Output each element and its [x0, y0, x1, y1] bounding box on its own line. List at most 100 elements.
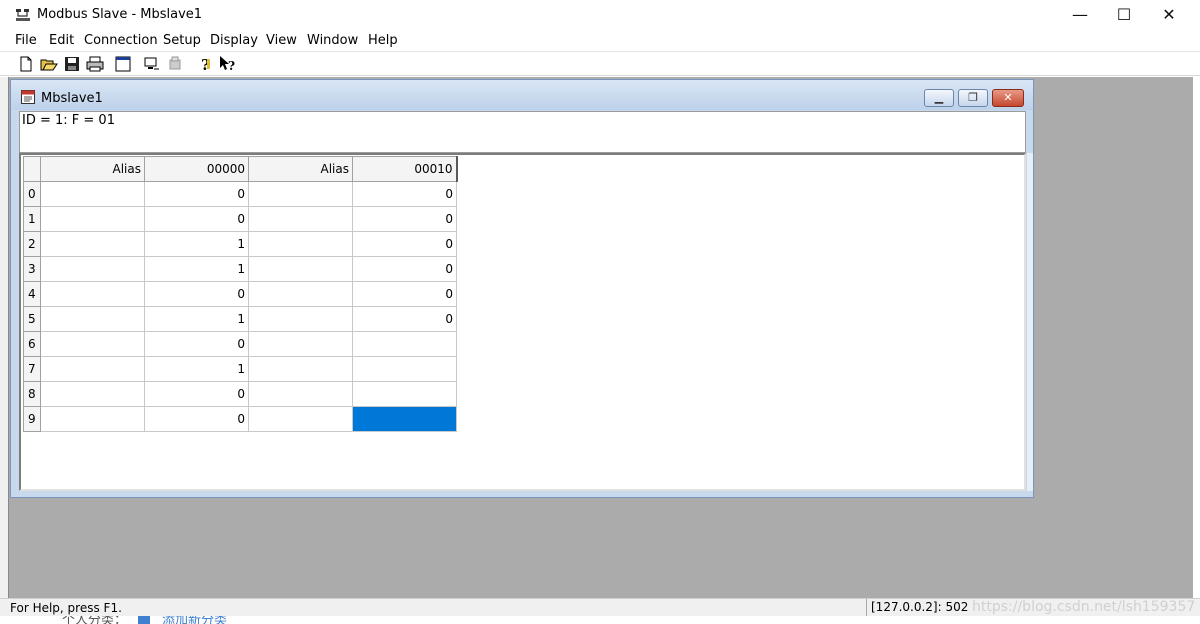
alias-cell[interactable]	[248, 331, 353, 357]
connect-icon[interactable]	[143, 55, 161, 73]
coil-value-cell[interactable]: 1	[144, 356, 249, 382]
coil-value-cell[interactable]	[352, 381, 457, 407]
coil-value-cell[interactable]: 0	[144, 281, 249, 307]
toolbar-separator	[137, 55, 138, 73]
row-header[interactable]: 9	[23, 406, 41, 432]
table-row: 2 1 0	[23, 231, 457, 257]
alias-cell[interactable]	[40, 381, 145, 407]
coil-value-cell[interactable]: 0	[144, 381, 249, 407]
alias-cell[interactable]	[248, 356, 353, 382]
alias-cell[interactable]	[40, 206, 145, 232]
selected-cell[interactable]	[352, 406, 457, 432]
row-header[interactable]: 0	[23, 181, 41, 207]
coil-value-cell[interactable]: 0	[352, 181, 457, 207]
child-window-mbslave1: Mbslave1 ▁ ❐ ✕ ID = 1: F = 01 Alias 0000…	[10, 79, 1034, 498]
alias-cell[interactable]	[248, 231, 353, 257]
print-icon[interactable]	[86, 55, 104, 73]
coil-value-cell[interactable]: 0	[144, 206, 249, 232]
register-grid: Alias 00000 Alias 00010 0001002103104005…	[19, 153, 1026, 491]
row-header[interactable]: 8	[23, 381, 41, 407]
add-category-link[interactable]: 添加新分类	[162, 616, 227, 624]
row-header[interactable]: 5	[23, 306, 41, 332]
scrollbar-track[interactable]	[1027, 153, 1033, 491]
column-header-alias-2[interactable]: Alias	[248, 156, 353, 182]
new-icon[interactable]	[17, 55, 35, 73]
coil-value-cell[interactable]: 1	[144, 231, 249, 257]
coil-value-cell[interactable]: 0	[352, 206, 457, 232]
alias-cell[interactable]	[40, 331, 145, 357]
context-help-icon[interactable]: ?	[219, 55, 237, 73]
row-header[interactable]: 3	[23, 256, 41, 282]
menu-view[interactable]: View	[266, 33, 297, 48]
child-title: Mbslave1	[41, 91, 103, 106]
coil-value-cell[interactable]: 0	[144, 406, 249, 432]
table-row: 4 0 0	[23, 281, 457, 307]
alias-cell[interactable]	[248, 181, 353, 207]
table-row: 5 1 0	[23, 306, 457, 332]
table-row: 90	[23, 406, 457, 432]
child-restore-button[interactable]: ❐	[958, 89, 988, 107]
save-icon[interactable]	[63, 55, 81, 73]
menu-display[interactable]: Display	[210, 33, 258, 48]
add-category-icon[interactable]	[138, 616, 150, 624]
maximize-button[interactable]: ☐	[1101, 0, 1147, 30]
alias-cell[interactable]	[248, 306, 353, 332]
title-bar: Modbus Slave - Mbslave1 — ☐ ✕	[0, 0, 1200, 30]
alias-cell[interactable]	[40, 406, 145, 432]
status-connection: [127.0.0.2]: 502	[866, 599, 976, 616]
close-button[interactable]: ✕	[1146, 0, 1192, 30]
alias-cell[interactable]	[40, 281, 145, 307]
alias-cell[interactable]	[40, 306, 145, 332]
toolbar: ? ?	[0, 52, 1200, 76]
toolbar-separator	[190, 55, 191, 73]
row-header[interactable]: 7	[23, 356, 41, 382]
column-header-alias-1[interactable]: Alias	[40, 156, 145, 182]
alias-cell[interactable]	[40, 256, 145, 282]
alias-cell[interactable]	[248, 381, 353, 407]
table-header-row: Alias 00000 Alias 00010	[23, 156, 458, 182]
document-icon	[21, 90, 35, 104]
child-title-bar[interactable]: Mbslave1 ▁ ❐ ✕	[11, 80, 1033, 110]
coil-value-cell[interactable]: 1	[144, 256, 249, 282]
minimize-button[interactable]: —	[1057, 0, 1103, 30]
menu-edit[interactable]: Edit	[49, 33, 74, 48]
alias-cell[interactable]	[248, 206, 353, 232]
menu-connection[interactable]: Connection	[84, 33, 158, 48]
alias-cell[interactable]	[248, 406, 353, 432]
alias-cell[interactable]	[40, 356, 145, 382]
coil-value-cell[interactable]	[352, 356, 457, 382]
coil-value-cell[interactable]: 0	[352, 306, 457, 332]
child-minimize-button[interactable]: ▁	[924, 89, 954, 107]
disconnect-icon[interactable]	[166, 55, 184, 73]
coil-value-cell[interactable]: 0	[144, 331, 249, 357]
row-header[interactable]: 2	[23, 231, 41, 257]
alias-cell[interactable]	[40, 181, 145, 207]
menu-setup[interactable]: Setup	[163, 33, 201, 48]
watermark-text: https://blog.csdn.net/lsh159357	[972, 599, 1196, 615]
alias-cell[interactable]	[248, 256, 353, 282]
alias-cell[interactable]	[40, 231, 145, 257]
menu-window[interactable]: Window	[307, 33, 358, 48]
toolbar-separator	[108, 55, 109, 73]
coil-value-cell[interactable]: 0	[352, 256, 457, 282]
help-icon[interactable]: ?	[196, 55, 214, 73]
window-icon[interactable]	[114, 55, 132, 73]
coil-value-cell[interactable]: 0	[352, 231, 457, 257]
coil-value-cell[interactable]: 0	[144, 181, 249, 207]
data-table: Alias 00000 Alias 00010 0001002103104005…	[23, 156, 458, 432]
coil-value-cell[interactable]: 0	[352, 281, 457, 307]
window-title: Modbus Slave - Mbslave1	[37, 7, 203, 22]
row-header[interactable]: 4	[23, 281, 41, 307]
menu-file[interactable]: File	[15, 33, 37, 48]
column-header-00000[interactable]: 00000	[144, 156, 249, 182]
menu-help[interactable]: Help	[368, 33, 398, 48]
open-icon[interactable]	[40, 55, 58, 73]
coil-value-cell[interactable]	[352, 331, 457, 357]
column-header-00010[interactable]: 00010	[352, 156, 458, 182]
child-close-button[interactable]: ✕	[992, 89, 1024, 107]
modbus-app-icon	[16, 9, 30, 21]
row-header[interactable]: 1	[23, 206, 41, 232]
coil-value-cell[interactable]: 1	[144, 306, 249, 332]
row-header[interactable]: 6	[23, 331, 41, 357]
alias-cell[interactable]	[248, 281, 353, 307]
